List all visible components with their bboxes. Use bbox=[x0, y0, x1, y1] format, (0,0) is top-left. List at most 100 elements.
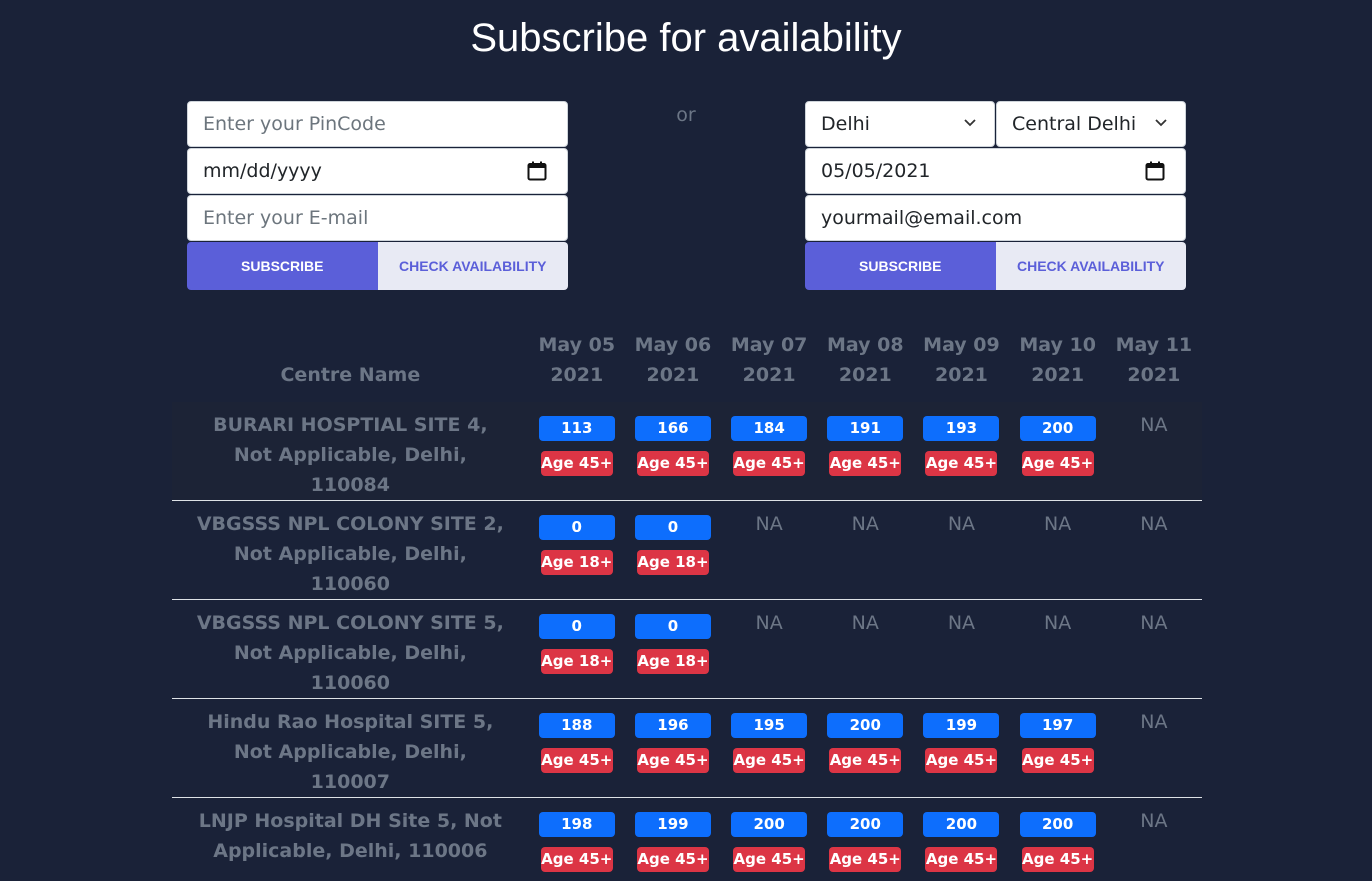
capacity-badge: 0 bbox=[538, 515, 615, 540]
availability-cell: NA bbox=[1106, 798, 1202, 881]
capacity-badge: 200 bbox=[1019, 812, 1096, 837]
select-row: Delhi Central Delhi bbox=[805, 101, 1186, 147]
availability-cell: NA bbox=[1009, 500, 1106, 600]
date-value: mm/dd/yyyy bbox=[203, 160, 322, 182]
subscribe-button[interactable]: SUBSCRIBE bbox=[805, 242, 996, 290]
pincode-form: Enter your PinCode mm/dd/yyyy Enter your… bbox=[187, 101, 568, 290]
subscribe-button[interactable]: SUBSCRIBE bbox=[187, 242, 378, 290]
capacity-badge: 0 bbox=[634, 515, 711, 540]
availability-cell: NA bbox=[721, 599, 818, 699]
capacity-badge: 197 bbox=[1019, 713, 1096, 738]
calendar-icon[interactable] bbox=[1145, 161, 1165, 181]
availability-cell: 198 Age 45+ bbox=[529, 798, 625, 881]
availability-cell: 0 Age 18+ bbox=[528, 599, 625, 699]
capacity-badge: 184 bbox=[731, 416, 808, 441]
table-row: VBGSSS NPL COLONY SITE 2, Not Applicable… bbox=[172, 500, 1202, 600]
age-limit-badge: Age 45+ bbox=[733, 451, 806, 476]
district-value: Central Delhi bbox=[1012, 113, 1137, 135]
not-available-text: NA bbox=[755, 513, 783, 535]
table-row: VBGSSS NPL COLONY SITE 5, Not Applicable… bbox=[172, 599, 1202, 699]
capacity-badge: 200 bbox=[923, 812, 1000, 837]
check-availability-button[interactable]: CHECK AVAILABILITY bbox=[995, 242, 1186, 290]
age-limit-badge: Age 45+ bbox=[733, 847, 806, 872]
email-input[interactable]: yourmail@email.com bbox=[805, 195, 1186, 241]
availability-cell: 200 Age 45+ bbox=[721, 798, 817, 881]
centre-name-cell: VBGSSS NPL COLONY SITE 5, Not Applicable… bbox=[172, 599, 529, 699]
capacity-badge: 200 bbox=[1019, 416, 1096, 441]
availability-cell: NA bbox=[1105, 698, 1202, 798]
capacity-badge: 200 bbox=[827, 812, 904, 837]
capacity-badge: 193 bbox=[923, 416, 1000, 441]
page-title: Subscribe for availability bbox=[470, 16, 902, 60]
availability-cell: 197 Age 45+ bbox=[1009, 698, 1106, 798]
check-availability-button[interactable]: CHECK AVAILABILITY bbox=[377, 242, 568, 290]
email-input[interactable]: Enter your E-mail bbox=[187, 195, 568, 241]
day-header: May 05 2021 bbox=[538, 334, 616, 386]
day-header: May 11 2021 bbox=[1115, 334, 1193, 386]
age-limit-badge: Age 45+ bbox=[540, 847, 613, 872]
age-limit-badge: Age 45+ bbox=[1021, 847, 1094, 872]
availability-cell: 200 Age 45+ bbox=[1009, 402, 1106, 501]
calendar-icon[interactable] bbox=[527, 161, 547, 181]
availability-cell: NA bbox=[1105, 500, 1202, 600]
capacity-badge: 196 bbox=[634, 713, 711, 738]
day-header: May 10 2021 bbox=[1019, 334, 1096, 386]
not-available-text: NA bbox=[1140, 612, 1168, 634]
capacity-badge: 199 bbox=[634, 812, 711, 837]
centre-name-cell: VBGSSS NPL COLONY SITE 2, Not Applicable… bbox=[172, 500, 529, 600]
centre-name-cell: BURARI HOSPTIAL SITE 4, Not Applicable, … bbox=[172, 402, 529, 501]
availability-cell: 195 Age 45+ bbox=[721, 698, 818, 798]
availability-cell: 200 Age 45+ bbox=[817, 798, 913, 881]
age-limit-badge: Age 45+ bbox=[540, 451, 613, 476]
age-limit-badge: Age 45+ bbox=[829, 847, 902, 872]
not-available-text: NA bbox=[1140, 414, 1168, 436]
availability-cell: 0 Age 18+ bbox=[624, 599, 722, 699]
capacity-badge: 200 bbox=[827, 713, 904, 738]
capacity-badge: 188 bbox=[538, 713, 615, 738]
email-placeholder: Enter your E-mail bbox=[203, 207, 369, 229]
date-input[interactable]: 05/05/2021 bbox=[805, 148, 1186, 194]
age-limit-badge: Age 45+ bbox=[1021, 748, 1094, 773]
capacity-badge: 0 bbox=[634, 614, 711, 639]
age-limit-badge: Age 18+ bbox=[636, 550, 709, 575]
age-limit-badge: Age 18+ bbox=[540, 649, 613, 674]
capacity-badge: 0 bbox=[538, 614, 615, 639]
availability-cell: 191 Age 45+ bbox=[817, 402, 914, 501]
centre-name: BURARI HOSPTIAL SITE 4, Not Applicable, … bbox=[213, 414, 488, 496]
table-row: Hindu Rao Hospital SITE 5, Not Applicabl… bbox=[172, 698, 1202, 798]
availability-cell: NA bbox=[817, 599, 914, 699]
not-available-text: NA bbox=[1044, 513, 1072, 535]
district-select[interactable]: Central Delhi bbox=[996, 101, 1186, 147]
table-header-row: Centre Name May 05 2021 May 06 2021 May 07… bbox=[172, 326, 1202, 402]
date-input[interactable]: mm/dd/yyyy bbox=[187, 148, 568, 194]
age-limit-badge: Age 45+ bbox=[636, 451, 709, 476]
day-header: May 08 2021 bbox=[826, 334, 904, 386]
not-available-text: NA bbox=[947, 612, 976, 634]
button-group: SUBSCRIBE CHECK AVAILABILITY bbox=[187, 242, 568, 290]
age-limit-badge: Age 45+ bbox=[925, 748, 998, 773]
table-row: LNJP Hospital DH Site 5, Not Applicable,… bbox=[172, 798, 1202, 881]
centre-name-cell: Hindu Rao Hospital SITE 5, Not Applicabl… bbox=[172, 698, 529, 798]
availability-cell: NA bbox=[817, 500, 914, 600]
availability-cell: 200 Age 45+ bbox=[913, 798, 1009, 881]
capacity-badge: 198 bbox=[538, 812, 615, 837]
state-select[interactable]: Delhi bbox=[805, 101, 995, 147]
availability-cell: 200 Age 45+ bbox=[1010, 798, 1106, 881]
centre-name-header: Centre Name bbox=[280, 364, 421, 386]
not-available-text: NA bbox=[851, 612, 879, 634]
availability-cell: 196 Age 45+ bbox=[624, 698, 722, 798]
age-limit-badge: Age 45+ bbox=[636, 847, 709, 872]
centre-name: VBGSSS NPL COLONY SITE 2, Not Applicable… bbox=[196, 513, 504, 595]
centre-name: LNJP Hospital DH Site 5, Not Applicable,… bbox=[198, 810, 502, 862]
availability-cell: 0 Age 18+ bbox=[528, 500, 625, 600]
availability-cell: NA bbox=[1009, 599, 1106, 699]
age-limit-badge: Age 45+ bbox=[636, 748, 709, 773]
district-form: Delhi Central Delhi 05/05/2021 yourmail@… bbox=[805, 101, 1186, 290]
age-limit-badge: Age 45+ bbox=[925, 847, 998, 872]
not-available-text: NA bbox=[947, 513, 976, 535]
not-available-text: NA bbox=[1140, 810, 1168, 832]
availability-cell: 200 Age 45+ bbox=[817, 698, 914, 798]
date-value: 05/05/2021 bbox=[821, 160, 931, 182]
state-value: Delhi bbox=[821, 113, 870, 135]
not-available-text: NA bbox=[1140, 513, 1168, 535]
